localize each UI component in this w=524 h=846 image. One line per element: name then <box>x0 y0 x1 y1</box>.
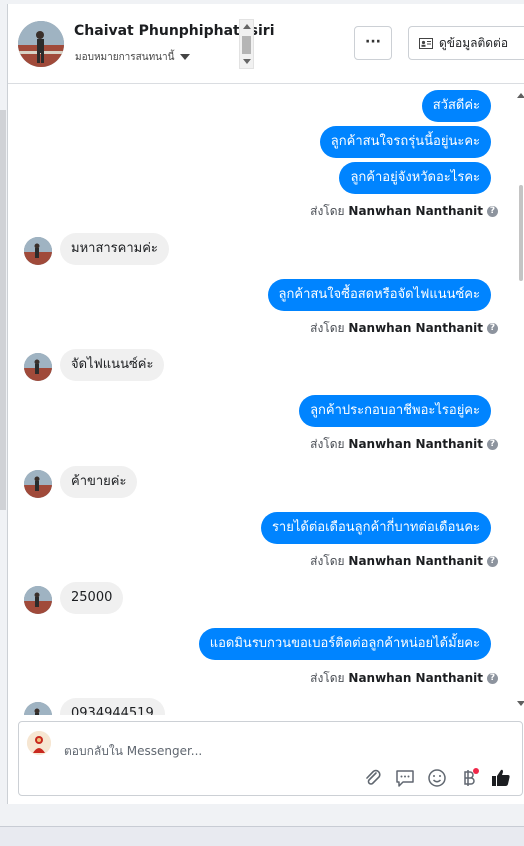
assign-label: มอบหมายการสนทนานี้ <box>75 52 175 63</box>
messenger-window: Chaivat Phunphiphatnsiri มอบหมายการสนทนา… <box>0 0 524 846</box>
scroll-up-arrow-icon[interactable] <box>243 24 251 29</box>
outgoing-message: ลูกค้าสนใจซื้อสดหรือจัดไฟแนนซ์คะ <box>267 279 491 311</box>
conversation-panel: Chaivat Phunphiphatnsiri มอบหมายการสนทนา… <box>7 4 524 804</box>
incoming-message: จัดไฟแนนซ์ค่ะ <box>60 349 165 381</box>
sent-by-prefix: ส่งโดย <box>310 204 345 218</box>
scroll-down-arrow-icon[interactable] <box>243 59 251 64</box>
outgoing-message: ลูกค้าประกอบอาชีพอะไรอยู่คะ <box>299 395 491 427</box>
sent-by-prefix: ส่งโดย <box>310 437 345 451</box>
sender-name: Nanwhan Nanthanit <box>348 554 483 568</box>
caret-down-icon <box>180 54 191 60</box>
sent-by-label: ส่งโดย Nanwhan Nanthanit? <box>310 435 498 454</box>
reply-input[interactable]: ตอบกลับใน Messenger... <box>64 742 202 761</box>
sender-name: Nanwhan Nanthanit <box>348 321 483 335</box>
emoji-icon[interactable] <box>426 767 448 789</box>
outgoing-message: รายได้ต่อเดือนลูกค้ากี่บาทต่อเดือนคะ <box>260 512 491 544</box>
help-icon[interactable]: ? <box>487 323 498 334</box>
thread-scrollbar[interactable] <box>515 85 524 715</box>
outgoing-message: ลูกค้าสนใจรถรุ่นนี้อยู่นะคะ <box>319 126 491 158</box>
contact-avatar[interactable] <box>18 21 64 67</box>
help-icon[interactable]: ? <box>487 206 498 217</box>
contact-avatar-small <box>24 237 52 265</box>
view-contact-info-label: ดูข้อมูลติดต่อ <box>439 36 509 50</box>
sent-by-label: ส่งโดย Nanwhan Nanthanit? <box>310 319 498 338</box>
incoming-message: 25000 <box>60 582 124 614</box>
sent-by-label: ส่งโดย Nanwhan Nanthanit? <box>310 552 498 571</box>
more-options-button[interactable]: ··· <box>354 26 392 60</box>
sent-by-prefix: ส่งโดย <box>310 321 345 335</box>
header-scrollbar[interactable] <box>239 19 254 69</box>
message-thread[interactable]: สวัสดีค่ะ ลูกค้าสนใจรถรุ่นนี้อยู่นะคะ ลู… <box>8 85 524 715</box>
thread-scroll-thumb[interactable] <box>519 185 523 281</box>
baht-payment-icon[interactable] <box>458 767 480 789</box>
sender-name: Nanwhan Nanthanit <box>348 437 483 451</box>
speech-bubble-icon[interactable] <box>394 767 416 789</box>
contact-avatar-small <box>24 586 52 614</box>
sender-name: Nanwhan Nanthanit <box>348 204 483 218</box>
reply-composer[interactable]: ตอบกลับใน Messenger... <box>18 721 523 796</box>
sent-by-label: ส่งโดย Nanwhan Nanthanit? <box>310 669 498 688</box>
help-icon[interactable]: ? <box>487 439 498 450</box>
paperclip-icon[interactable] <box>362 767 384 789</box>
incoming-message: มหาสารคามค่ะ <box>60 233 169 265</box>
help-icon[interactable]: ? <box>487 556 498 567</box>
bottom-strip <box>0 826 524 846</box>
contact-avatar-small <box>24 353 52 381</box>
view-contact-info-button[interactable]: ดูข้อมูลติดต่อ <box>408 26 524 60</box>
outgoing-message: สวัสดีค่ะ <box>421 90 491 122</box>
contact-avatar-small <box>24 702 52 715</box>
contact-card-icon <box>419 38 433 49</box>
thumbs-up-icon[interactable] <box>490 767 512 789</box>
sent-by-prefix: ส่งโดย <box>310 554 345 568</box>
composer-toolbar <box>362 767 512 789</box>
sender-name: Nanwhan Nanthanit <box>348 671 483 685</box>
header-scroll-thumb[interactable] <box>242 36 251 54</box>
incoming-message: ค้าขายค่ะ <box>60 466 138 498</box>
scroll-up-arrow-icon[interactable] <box>517 93 524 98</box>
sent-by-prefix: ส่งโดย <box>310 671 345 685</box>
outgoing-message: แอดมินรบกวนขอเบอร์ติดต่อลูกค้าหน่อยได้มั… <box>198 628 491 660</box>
help-icon[interactable]: ? <box>487 673 498 684</box>
sent-by-label: ส่งโดย Nanwhan Nanthanit? <box>310 202 498 221</box>
page-avatar <box>27 731 51 755</box>
left-scroll-edge <box>0 110 6 510</box>
scroll-down-arrow-icon[interactable] <box>517 701 524 706</box>
assign-conversation-dropdown[interactable]: มอบหมายการสนทนานี้ <box>75 50 191 65</box>
incoming-message: 0934944519 <box>60 698 165 715</box>
outgoing-message: ลูกค้าอยู่จังหวัดอะไรคะ <box>339 162 491 194</box>
conversation-header: Chaivat Phunphiphatnsiri มอบหมายการสนทนา… <box>8 4 524 84</box>
contact-avatar-small <box>24 470 52 498</box>
